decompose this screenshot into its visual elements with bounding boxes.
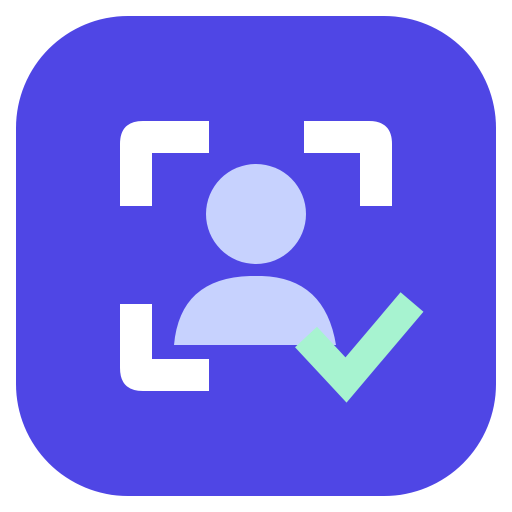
app-icon-container [0, 0, 512, 512]
face-verification-app-icon[interactable] [0, 0, 512, 512]
user-head [206, 164, 306, 264]
